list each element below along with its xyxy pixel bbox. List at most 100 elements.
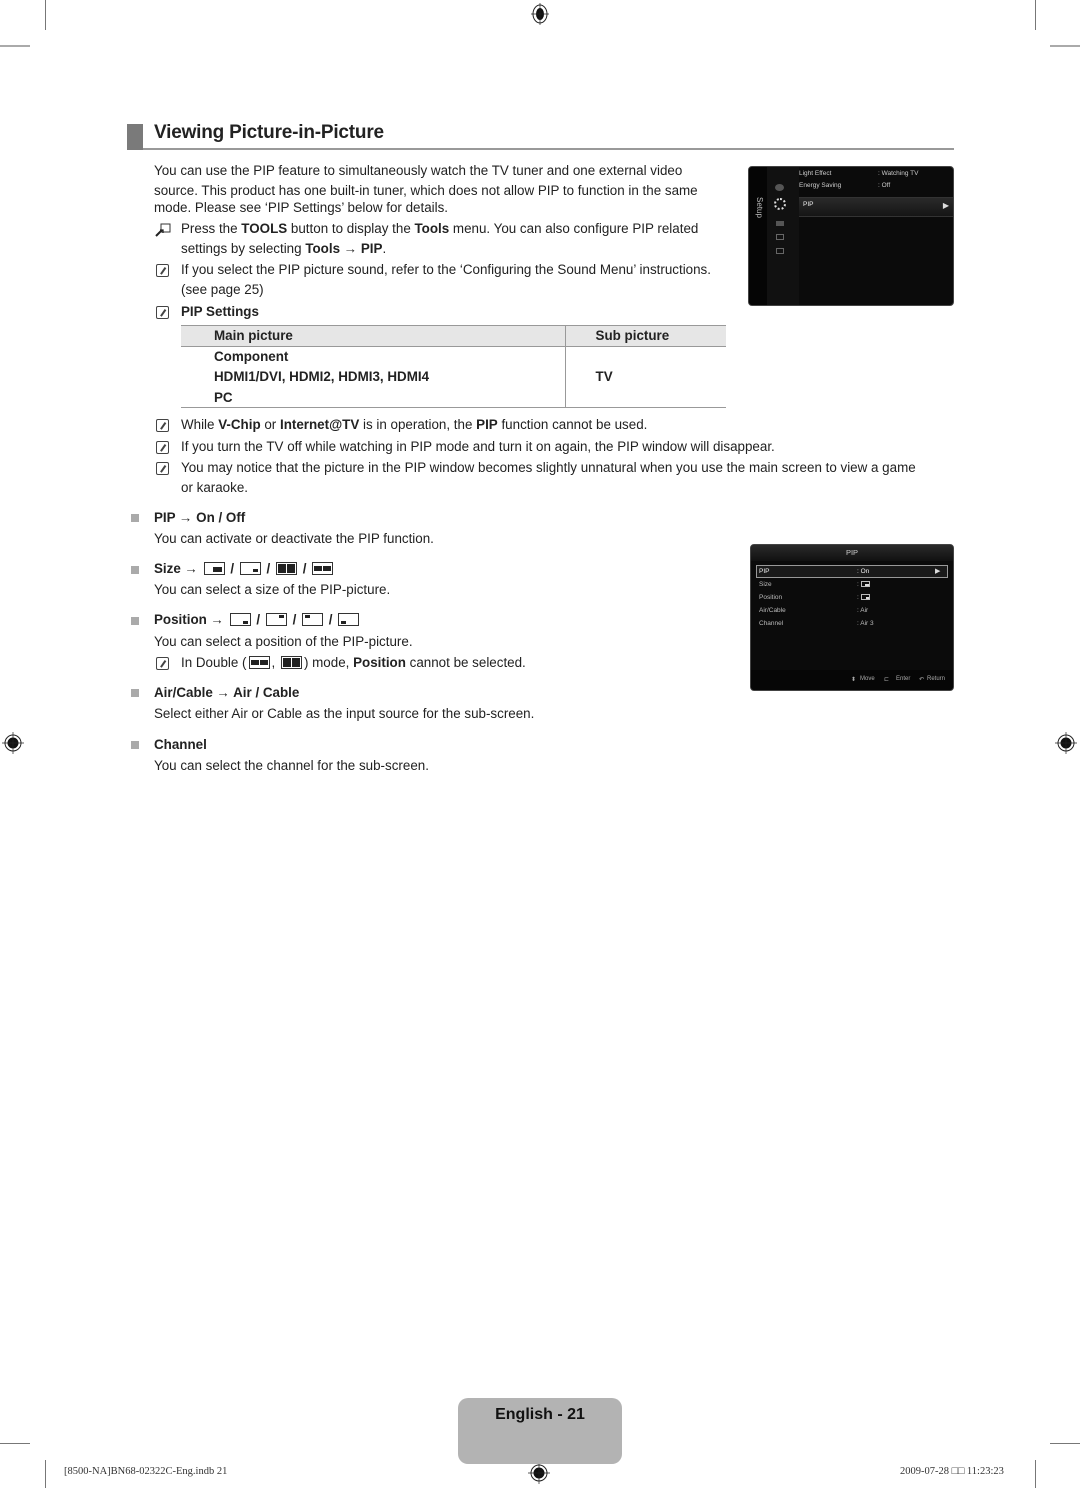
main-source: PC xyxy=(181,387,566,408)
gear-icon xyxy=(774,198,786,210)
note-icon xyxy=(156,657,169,670)
text: ) mode, xyxy=(303,655,354,670)
position-title: Position → / / / xyxy=(154,610,361,631)
support-icon xyxy=(776,248,784,254)
note-icon xyxy=(156,441,169,454)
position-icon xyxy=(860,594,870,600)
menu-row-label: PIP xyxy=(759,568,770,575)
bullet-icon xyxy=(131,617,139,625)
vchip-term: V-Chip xyxy=(218,417,261,432)
crop-mark xyxy=(45,1460,46,1488)
setup-label: Setup xyxy=(755,197,764,218)
section-heading: Viewing Picture-in-Picture xyxy=(127,122,954,150)
slug-timestamp: 2009-07-28 □□ 11:23:23 xyxy=(900,1466,1004,1477)
menu-row-value: : xyxy=(857,594,870,601)
enter-icon: ⊏ xyxy=(884,677,890,683)
tools-note-line1: Press the TOOLS button to display the To… xyxy=(181,219,698,240)
text: , xyxy=(271,655,279,670)
selected-menu-row xyxy=(756,565,948,578)
menu-selected-label: PIP xyxy=(803,201,814,208)
channel-title: Channel xyxy=(154,737,207,752)
note-icon xyxy=(156,306,169,319)
crop-mark xyxy=(0,45,30,47)
size-double-tall-icon xyxy=(280,656,302,669)
vchip-note: While V-Chip or Internet@TV is in operat… xyxy=(181,415,647,436)
double-mode-note: In Double (, ) mode, Position cannot be … xyxy=(181,653,526,674)
tools-note-line2: settings by selecting Tools → PIP. xyxy=(181,239,386,260)
picture-icon xyxy=(775,184,784,191)
registration-mark-icon xyxy=(531,3,549,25)
text: menu. You can also configure PIP related xyxy=(449,221,699,236)
crop-mark xyxy=(1035,1460,1036,1488)
aircable-title: Air/Cable → Air / Cable xyxy=(154,685,300,700)
text: button to display the xyxy=(287,221,415,236)
size-icon xyxy=(860,581,870,587)
note-icon xyxy=(156,419,169,432)
crop-mark xyxy=(1035,0,1036,30)
text: or xyxy=(260,417,280,432)
registration-mark-icon xyxy=(2,732,24,754)
menu-row-label: Air/Cable xyxy=(759,607,786,614)
text: cannot be selected. xyxy=(405,655,526,670)
menu-footer: ⬍ Move ⊏ Enter ↶ Return xyxy=(751,670,953,690)
return-icon: ↶ xyxy=(919,677,925,683)
table-row: Component TV xyxy=(181,346,726,408)
bullet-icon xyxy=(131,514,139,522)
pip-onoff-desc: You can activate or deactivate the PIP f… xyxy=(154,531,434,546)
power-off-note: If you turn the TV off while watching in… xyxy=(181,439,775,454)
intro-line: mode. Please see ‘PIP Settings’ below fo… xyxy=(154,200,449,215)
text: Press the xyxy=(181,221,242,236)
crop-mark xyxy=(45,0,46,30)
footer-return: Return xyxy=(927,676,946,682)
internet-tv-term: Internet@TV xyxy=(279,417,360,432)
position-label: Position → xyxy=(154,612,224,627)
bullet-icon xyxy=(131,689,139,697)
position-bottom-left-icon xyxy=(338,613,360,626)
tv-pip-menu-screenshot: PIP PIP : On ▶ Size : Position : Air/Cab… xyxy=(750,544,954,691)
text: : xyxy=(857,594,859,601)
tools-icon xyxy=(155,223,171,237)
pip-onoff-title: PIP → On / Off xyxy=(154,510,246,525)
sound-note-line2: (see page 25) xyxy=(181,282,264,297)
menu-icon-column xyxy=(767,167,799,305)
move-icon: ⬍ xyxy=(851,677,857,683)
header-sub-picture: Sub picture xyxy=(564,325,726,346)
menu-row-value: : Off xyxy=(878,182,891,189)
page-label: English - 21 xyxy=(495,1406,585,1423)
pip-menu-title: PIP xyxy=(751,545,953,561)
position-bottom-right-icon xyxy=(229,613,251,626)
menu-row-value: : xyxy=(857,581,870,588)
size-large-icon xyxy=(203,562,225,575)
position-term: Position xyxy=(353,655,406,670)
text: settings by selecting xyxy=(181,241,306,256)
menu-row-value: : Watching TV xyxy=(878,170,919,177)
tools-button-name: TOOLS xyxy=(241,221,288,236)
unnatural-note-line1: You may notice that the picture in the P… xyxy=(181,460,916,475)
size-title: Size → / / / xyxy=(154,559,335,580)
heading-bar xyxy=(127,124,143,150)
size-label: Size → xyxy=(154,561,198,576)
main-source: HDMI1/DVI, HDMI2, HDMI3, HDMI4 xyxy=(214,369,430,385)
menu-sidebar xyxy=(749,167,767,305)
position-top-right-icon xyxy=(265,613,287,626)
text: : xyxy=(857,581,859,588)
registration-mark-icon xyxy=(528,1462,550,1484)
menu-row-value: : Air 3 xyxy=(857,620,874,627)
position-top-left-icon xyxy=(302,613,324,626)
arrow-right-icon: ▶ xyxy=(935,568,941,575)
tools-path: Tools → PIP xyxy=(305,241,383,256)
header-main-picture: Main picture xyxy=(214,328,293,344)
main-source: Component xyxy=(214,349,289,364)
menu-row-value: : Air xyxy=(857,607,869,614)
crop-mark xyxy=(1050,45,1080,47)
size-desc: You can select a size of the PIP-picture… xyxy=(154,582,391,597)
pip-settings-title: PIP Settings xyxy=(181,304,259,319)
text: In Double ( xyxy=(181,655,247,670)
note-icon xyxy=(156,462,169,475)
page-number-tab: English - 21 xyxy=(458,1398,622,1464)
text: While xyxy=(181,417,219,432)
menu-row-label: Energy Saving xyxy=(799,182,842,189)
text: . xyxy=(382,241,387,256)
text: is in operation, the xyxy=(359,417,477,432)
sound-note-line1: If you select the PIP picture sound, ref… xyxy=(181,262,711,277)
